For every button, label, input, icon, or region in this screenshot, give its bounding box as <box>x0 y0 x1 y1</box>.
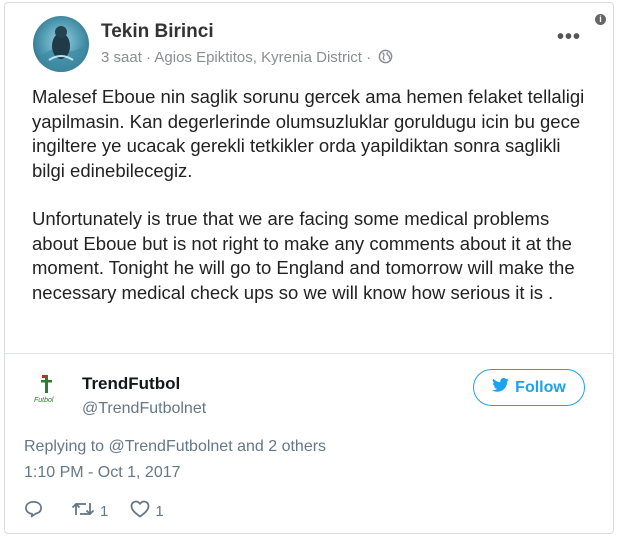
retweet-count: 1 <box>100 502 109 520</box>
follow-label: Follow <box>515 378 566 396</box>
post-time[interactable]: 3 saat <box>101 49 142 66</box>
tweet-display-name[interactable]: TrendFutbol <box>82 374 180 394</box>
reply-action[interactable] <box>24 500 43 522</box>
retweet-action[interactable]: 1 <box>71 500 108 522</box>
post-location[interactable]: Agios Epiktitos, Kyrenia District <box>154 49 362 66</box>
like-count: 1 <box>155 502 164 520</box>
post-author-name[interactable]: Tekin Birinci <box>101 21 214 43</box>
twitter-bird-icon <box>492 378 510 397</box>
reply-icon <box>24 500 43 522</box>
like-action[interactable]: 1 <box>130 500 164 522</box>
more-options-icon[interactable]: ••• <box>557 26 581 49</box>
replying-to[interactable]: Replying to @TrendFutbolnet and 2 others <box>24 438 326 456</box>
follow-button[interactable]: Follow <box>473 369 585 406</box>
tweet-timestamp[interactable]: 1:10 PM - Oct 1, 2017 <box>24 464 181 482</box>
post-meta: 3 saat · Agios Epiktitos, Kyrenia Distri… <box>101 49 393 68</box>
post-body: Malesef Eboue nin saglik sorunu gercek a… <box>32 85 592 329</box>
post-paragraph-english: Unfortunately is true that we are facing… <box>32 208 575 303</box>
meta-separator: · <box>146 49 152 66</box>
globe-icon <box>378 49 393 68</box>
tweet-handle[interactable]: @TrendFutbolnet <box>82 400 206 418</box>
meta-separator: · <box>366 49 372 66</box>
divider <box>4 353 614 354</box>
post-paragraph-turkish: Malesef Eboue nin saglik sorunu gercek a… <box>32 86 585 181</box>
logo-wordmark: Futbol <box>34 397 54 404</box>
like-icon <box>130 500 150 522</box>
retweet-icon <box>71 500 95 522</box>
tweet-actions: 1 1 <box>24 500 164 522</box>
info-icon[interactable]: i <box>595 14 606 25</box>
avatar[interactable] <box>33 16 89 72</box>
tweet-avatar-logo[interactable]: Futbol <box>31 373 65 407</box>
